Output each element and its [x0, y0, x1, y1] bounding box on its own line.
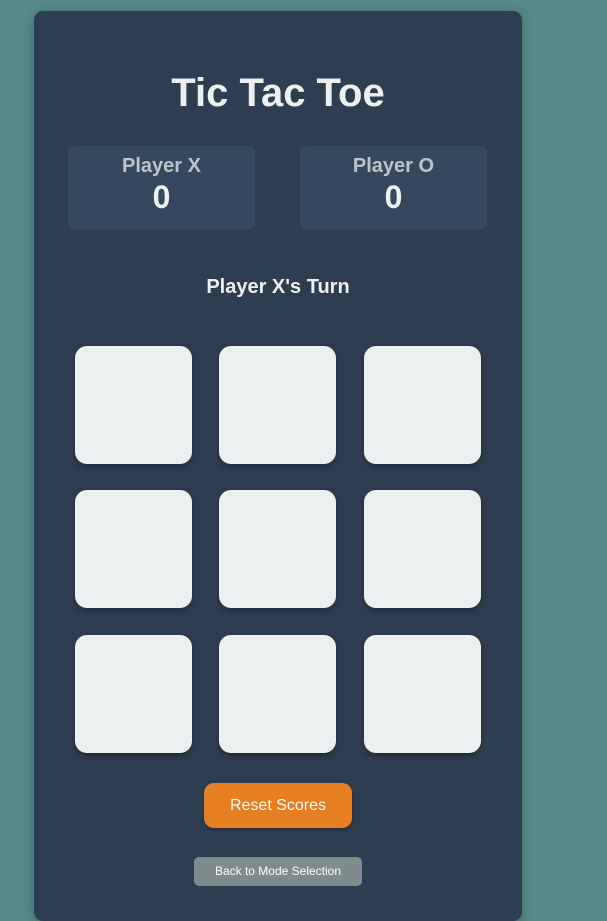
board-cell-2[interactable] [219, 346, 336, 464]
board-cell-8[interactable] [219, 635, 336, 753]
game-board [75, 346, 481, 754]
game-title: Tic Tac Toe [171, 71, 385, 115]
score-label-player-x: Player X [122, 155, 201, 177]
turn-status: Player X's Turn [206, 276, 350, 298]
score-value-player-o: 0 [384, 179, 403, 215]
score-label-player-o: Player O [352, 155, 435, 177]
board-cell-9[interactable] [364, 635, 481, 753]
reset-scores-button[interactable]: Reset Scores [204, 783, 352, 828]
back-to-mode-selection-button[interactable]: Back to Mode Selection [194, 857, 362, 886]
board-cell-6[interactable] [364, 490, 481, 608]
score-value-player-x: 0 [152, 179, 171, 215]
score-box-player-o: Player O 0 [300, 146, 487, 229]
score-box-player-x: Player X 0 [68, 146, 255, 229]
board-cell-3[interactable] [364, 346, 481, 464]
board-cell-1[interactable] [75, 346, 192, 464]
board-cell-7[interactable] [75, 635, 192, 753]
board-cell-4[interactable] [75, 490, 192, 608]
board-cell-5[interactable] [219, 490, 336, 608]
game-card: Tic Tac Toe Player X 0 Player O 0 Player… [34, 11, 522, 921]
